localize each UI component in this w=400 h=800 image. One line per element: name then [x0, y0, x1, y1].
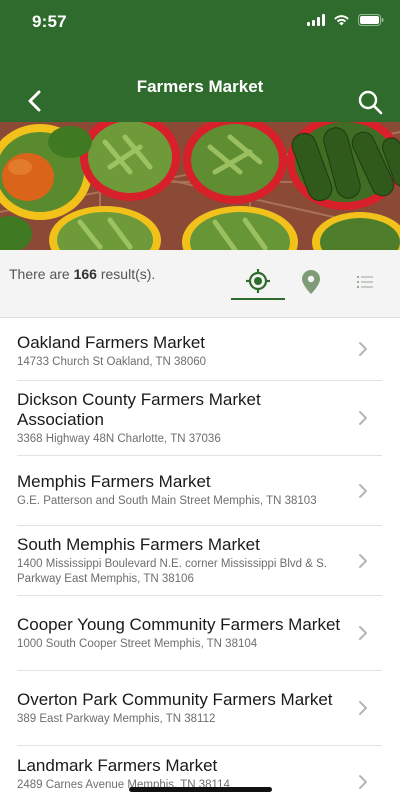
chevron-right-icon	[359, 411, 367, 425]
market-name: Cooper Young Community Farmers Market	[17, 614, 341, 634]
status-icons	[307, 14, 384, 26]
tab-map[interactable]	[284, 264, 338, 300]
chevron-right-icon	[359, 553, 367, 568]
list-item[interactable]: Oakland Farmers Market 14733 Church St O…	[17, 318, 382, 381]
status-time: 9:57	[32, 12, 67, 31]
market-name: Overton Park Community Farmers Market	[17, 689, 333, 709]
market-address: 3368 Highway 48N Charlotte, TN 37036	[17, 432, 221, 445]
results-filter-bar: There are 166 result(s).	[0, 250, 400, 318]
hero-image	[0, 122, 400, 250]
market-address: 1400 Mississippi Boulevard N.E. corner M…	[17, 557, 327, 585]
search-button[interactable]	[356, 88, 384, 116]
result-suffix: result(s).	[100, 266, 156, 282]
market-name: Memphis Farmers Market	[17, 472, 211, 491]
result-prefix: There are	[9, 266, 70, 282]
list-icon	[357, 276, 373, 288]
app-header: 9:57 Farmers Market	[0, 0, 400, 122]
chevron-right-icon	[359, 483, 367, 498]
tab-list[interactable]	[338, 264, 392, 300]
result-count: 166	[73, 266, 97, 282]
list-item[interactable]: Memphis Farmers Market G.E. Patterson an…	[17, 456, 382, 526]
list-item[interactable]: Cooper Young Community Farmers Market 10…	[17, 596, 382, 671]
home-indicator[interactable]	[129, 787, 272, 792]
search-icon	[358, 90, 383, 115]
market-list: Oakland Farmers Market 14733 Church St O…	[0, 318, 400, 800]
produce-baskets-illustration	[0, 122, 400, 250]
signal-icon	[307, 14, 325, 26]
chevron-right-icon	[359, 342, 367, 356]
market-name: Dickson County Farmers Market Associatio…	[17, 389, 261, 429]
list-item[interactable]: Dickson County Farmers Market Associatio…	[17, 381, 382, 456]
chevron-right-icon	[359, 701, 367, 715]
page-title: Farmers Market	[136, 77, 264, 96]
location-target-icon	[246, 269, 270, 293]
status-bar: 9:57	[0, 0, 400, 44]
list-item[interactable]: Overton Park Community Farmers Market 38…	[17, 671, 382, 746]
wifi-icon	[334, 15, 349, 26]
tab-nearby[interactable]	[231, 264, 285, 300]
market-address: 1000 South Cooper Street Memphis, TN 381…	[17, 637, 258, 650]
result-count-text: There are 166 result(s).	[9, 266, 155, 282]
battery-icon	[358, 14, 384, 26]
chevron-right-icon	[359, 626, 367, 640]
list-item[interactable]: South Memphis Farmers Market 1400 Missis…	[17, 526, 382, 596]
market-address: 389 East Parkway Memphis, TN 38112	[17, 712, 216, 725]
market-name: South Memphis Farmers Market	[17, 534, 260, 554]
market-name: Landmark Farmers Market	[17, 756, 218, 775]
chevron-right-icon	[359, 775, 367, 789]
market-name: Oakland Farmers Market	[17, 332, 205, 352]
map-pin-icon	[302, 270, 320, 294]
market-address: 14733 Church St Oakland, TN 38060	[17, 355, 207, 368]
market-address: G.E. Patterson and South Main Street Mem…	[17, 495, 317, 507]
